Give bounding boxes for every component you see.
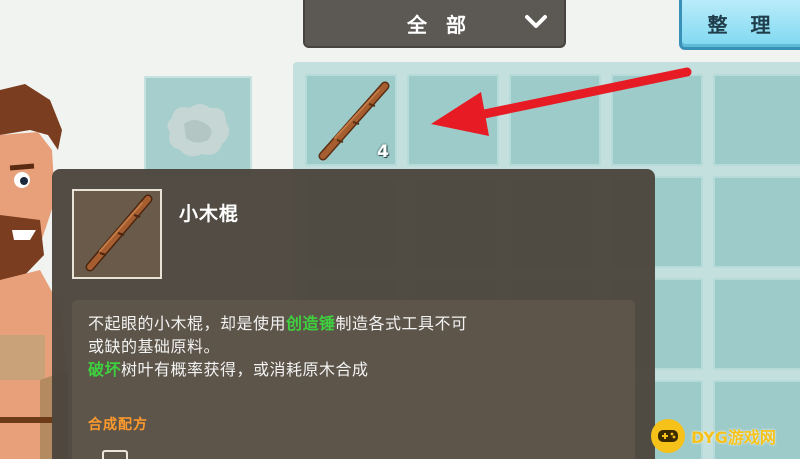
- description-text: 不起眼的小木棍，却是使用: [88, 314, 287, 333]
- equipment-slot[interactable]: [144, 76, 252, 176]
- recipe-title: 合成配方: [88, 417, 148, 433]
- inventory-slot[interactable]: [713, 278, 800, 370]
- wooden-stick-icon: [85, 194, 153, 272]
- site-watermark: DYG游戏网: [651, 412, 800, 459]
- description-text: 或缺的基础原料。: [88, 337, 221, 356]
- item-preview-frame: [72, 189, 162, 279]
- item-count: 4: [377, 142, 389, 162]
- highlight-keyword: 破坏: [88, 360, 122, 379]
- item-name: 小木棍: [179, 203, 240, 225]
- description-text: 树叶有概率获得，或消耗原木合成: [121, 360, 369, 379]
- red-arrow-annotation: [431, 67, 692, 136]
- category-filter-label: 全 部: [407, 12, 472, 37]
- sort-button[interactable]: 整 理: [679, 0, 800, 50]
- highlight-keyword: 创造锤: [286, 314, 336, 333]
- recipe-ingredient-slot[interactable]: [102, 450, 128, 459]
- description-text: 制造各式工具不可: [335, 314, 468, 333]
- description-line: 破坏树叶有概率获得，或消耗原木合成: [88, 356, 369, 380]
- inventory-slot[interactable]: [713, 176, 800, 268]
- description-line: 不起眼的小木棍，却是使用创造锤制造各式工具不可: [88, 310, 468, 334]
- category-filter-dropdown[interactable]: 全 部: [303, 0, 566, 48]
- description-line: 或缺的基础原料。: [88, 333, 220, 357]
- sort-button-label: 整 理: [707, 13, 779, 37]
- chevron-down-icon: [525, 15, 547, 28]
- inventory-slot[interactable]: 4: [305, 74, 397, 166]
- item-description-box: 不起眼的小木棍，却是使用创造锤制造各式工具不可 或缺的基础原料。 破坏树叶有概率…: [72, 300, 635, 459]
- inventory-slot[interactable]: [713, 74, 800, 166]
- watermark-text: DYG游戏网: [691, 427, 776, 447]
- material-placeholder-icon: [167, 104, 230, 157]
- gamepad-logo-icon: [651, 418, 685, 453]
- item-tooltip-panel: 小木棍 不起眼的小木棍，却是使用创造锤制造各式工具不可 或缺的基础原料。 破坏树…: [52, 169, 655, 459]
